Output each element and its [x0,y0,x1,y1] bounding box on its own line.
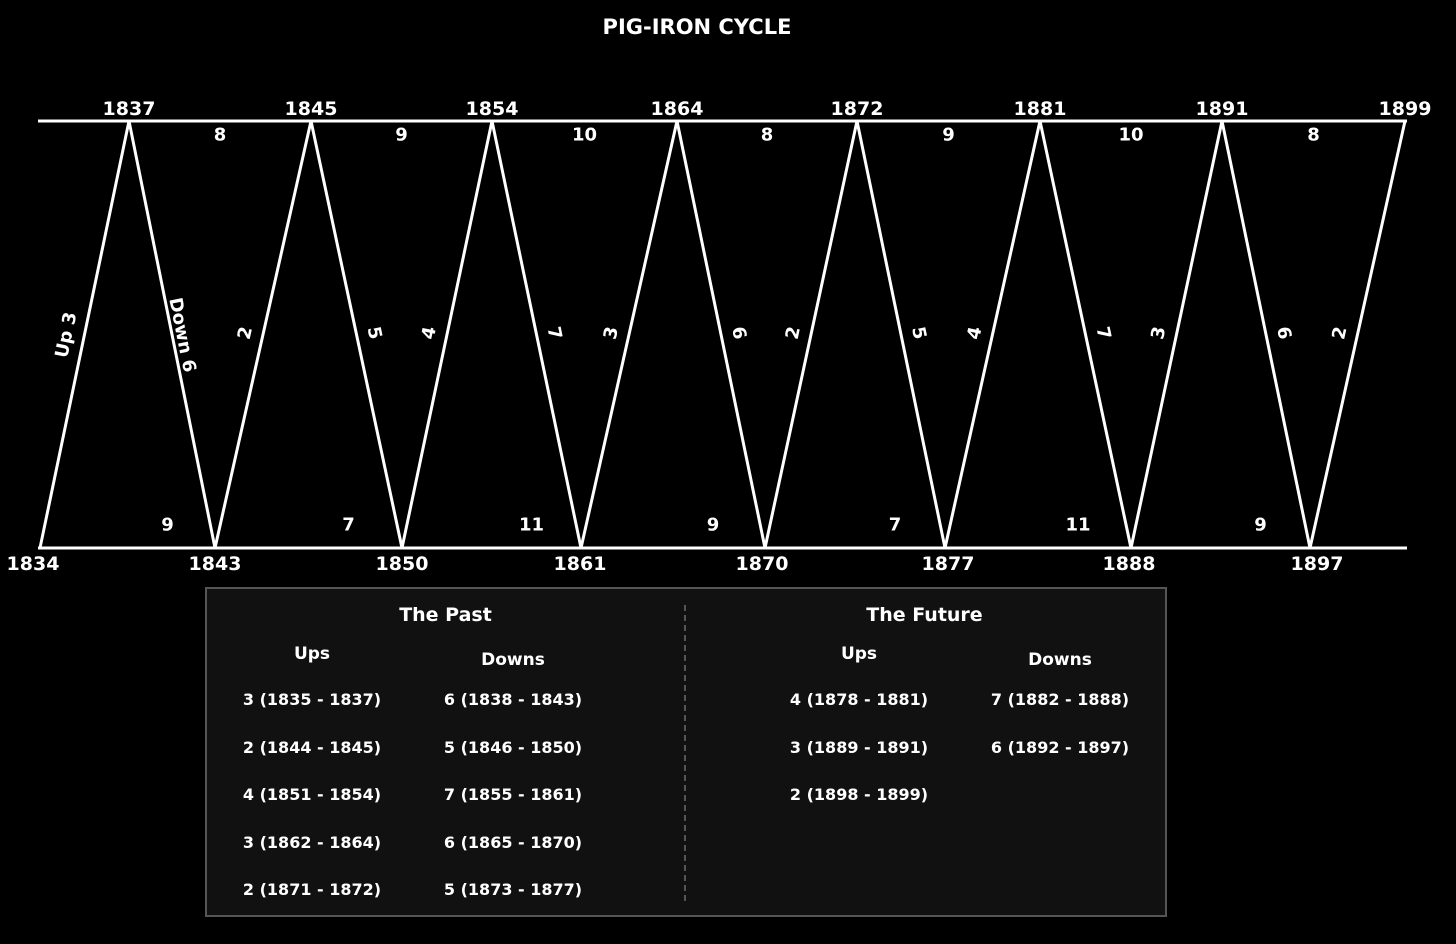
peak-span-label: 8 [761,125,774,146]
peak-year-label: 1864 [651,98,704,120]
past-down-entry: 5 (1846 - 1850) [443,737,583,757]
segment-count-label: 5 [907,325,930,342]
past-up-entry: 4 (1851 - 1854) [242,785,382,804]
peak-year-label: 1845 [285,98,338,120]
cycle-labels: 1837 1845 1854 1864 1872 1881 1891 1899 1834 1843… [7,98,1432,575]
future-ups-list: 4 (1878 - 1881) 3 (1889 - 1891) 2 (1898 - … [759,690,959,833]
segment-count-label: 4 [418,325,441,342]
trough-year-label: 1877 [922,553,975,575]
past-up-entry: 2 (1871 - 1872) [242,880,382,899]
diagram-title: PIG-IRON CYCLE [603,15,792,39]
peak-span-label: 8 [214,125,227,146]
segment-count-label: 2 [234,325,257,342]
segment-count-label: 6 [1272,325,1295,342]
trough-year-label: 1850 [376,553,429,575]
trough-span-label: 9 [707,515,720,536]
trough-span-label: 7 [342,515,355,536]
segment-count-label: 2 [1328,325,1351,342]
segment-count-label: 5 [363,325,386,342]
past-down-entry: 7 (1855 - 1861) [443,785,583,804]
segment-count-label: Down 6 [164,296,200,374]
peak-year-label: 1891 [1196,98,1249,120]
past-down-entry: 6 (1838 - 1843) [443,690,583,709]
past-down-entry: 6 (1865 - 1870) [443,832,583,852]
future-up-entry: 3 (1889 - 1891) [789,737,929,757]
trough-year-label: 1897 [1291,553,1344,575]
peak-year-label: 1881 [1014,98,1067,120]
past-section: The Past Ups Downs 3 (1835 - 1837) 2 (184… [207,589,684,915]
trough-year-label: 1834 [7,553,60,575]
past-down-entry: 5 (1873 - 1877) [443,880,583,899]
future-down-entry: 7 (1882 - 1888) [990,690,1130,709]
past-title: The Past [399,604,492,626]
past-up-entry: 3 (1862 - 1864) [242,832,382,852]
segment-count-label: 7 [1092,325,1115,342]
cycle-diagram: PIG-IRON CYCLE 1837 1845 1854 1864 1872 1881 1… [7,15,1432,575]
future-up-entry: 2 (1898 - 1899) [789,785,929,804]
future-down-entry: 6 (1892 - 1897) [990,737,1130,757]
future-title: The Future [866,604,983,626]
past-ups-header: Ups [293,644,331,664]
peak-span-label: 8 [1307,125,1320,146]
segment-count-label: 4 [963,325,986,342]
past-ups-list: 3 (1835 - 1837) 2 (1844 - 1845) 4 (1851 - … [212,690,412,928]
segment-count-label: 6 [727,325,750,342]
past-up-entry: 2 (1844 - 1845) [242,737,382,757]
peak-span-label: 9 [942,125,955,146]
past-up-entry: 3 (1835 - 1837) [242,690,382,709]
future-section: The Future Ups Downs 4 (1878 - 1881) 3 (1… [686,589,1163,915]
trough-year-label: 1870 [736,553,789,575]
segment-count-label: Up 3 [51,310,81,360]
trough-span-label: 9 [1254,515,1267,536]
cycle-table-panel: The Past Ups Downs 3 (1835 - 1837) 2 (184… [205,587,1167,917]
peak-span-label: 10 [572,125,597,146]
peak-span-label: 9 [395,125,408,146]
future-ups-header: Ups [840,644,878,664]
peak-year-label: 1854 [466,98,519,120]
future-up-entry: 4 (1878 - 1881) [789,690,929,709]
trough-span-label: 9 [161,515,174,536]
future-downs-header: Downs [1028,650,1092,670]
past-downs-header: Downs [481,650,545,670]
trough-year-label: 1843 [189,553,242,575]
segment-count-label: 7 [543,325,566,342]
trough-span-label: 11 [519,515,544,536]
trough-year-label: 1888 [1103,553,1156,575]
trough-year-label: 1861 [554,553,607,575]
past-downs-list: 6 (1838 - 1843) 5 (1846 - 1850) 7 (1855 - … [413,690,613,928]
segment-count-label: 2 [782,325,805,342]
peak-span-label: 10 [1118,125,1143,146]
future-downs-list: 7 (1882 - 1888) 6 (1892 - 1897) [960,690,1160,785]
peak-year-label: 1837 [103,98,156,120]
peak-year-label: 1899 [1379,98,1432,120]
trough-span-label: 7 [889,515,902,536]
segment-count-label: 3 [600,325,623,342]
peak-year-label: 1872 [831,98,884,120]
segment-count-label: 3 [1147,325,1170,342]
trough-span-label: 11 [1065,515,1090,536]
